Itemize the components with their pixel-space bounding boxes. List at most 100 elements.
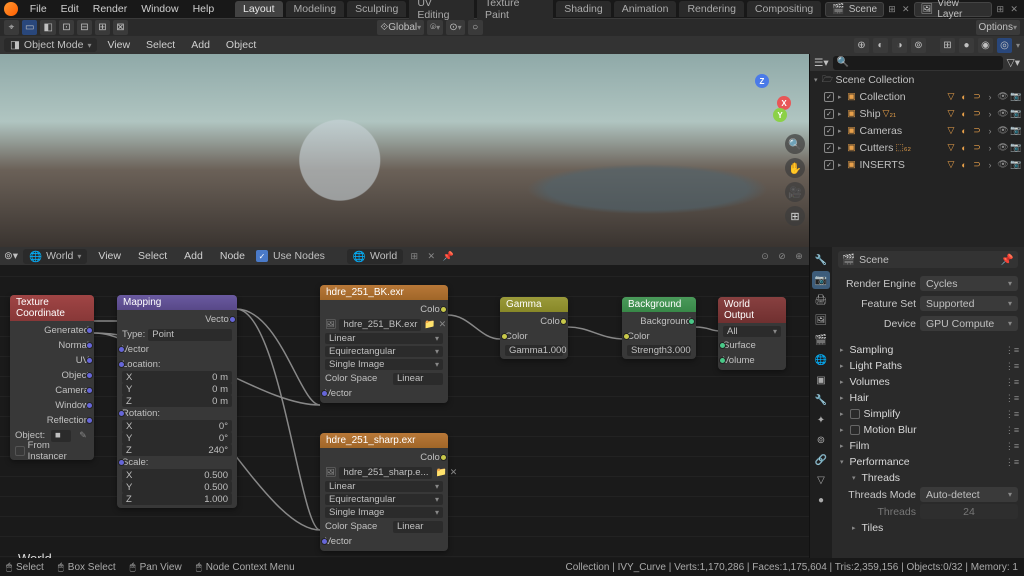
- section-header[interactable]: ▸Film⋮≡: [838, 438, 1018, 454]
- socket-out-icon[interactable]: [86, 417, 93, 424]
- source-dropdown[interactable]: Single Image▾: [325, 507, 443, 518]
- prop-tab-scene-icon[interactable]: 🎬: [812, 331, 830, 349]
- menu-file[interactable]: File: [24, 1, 53, 17]
- node-mapping[interactable]: Mapping Vector Type:Point Vector Locatio…: [117, 295, 237, 508]
- socket-out-icon[interactable]: [86, 357, 93, 364]
- menu-icon[interactable]: ⋮≡: [1006, 408, 1018, 420]
- vector-component-field[interactable]: Z1.000: [122, 493, 232, 505]
- section-checkbox[interactable]: [850, 409, 860, 419]
- node-tool-icon[interactable]: ⊙: [759, 250, 771, 262]
- target-dropdown[interactable]: All▾: [723, 326, 781, 337]
- node-header[interactable]: hdre_251_sharp.exr: [320, 433, 448, 448]
- node-menu-select[interactable]: Select: [132, 248, 173, 264]
- menu-icon[interactable]: ⋮≡: [1006, 440, 1018, 452]
- pivot-dropdown[interactable]: ⊙▾: [446, 20, 464, 35]
- node-background[interactable]: Background Background Color Strength3.00…: [622, 297, 696, 359]
- tool-icon[interactable]: ◧: [40, 20, 55, 35]
- node-environment-texture[interactable]: hdre_251_sharp.exr Color 🖼hdre_251_sharp…: [320, 433, 448, 551]
- node-canvas[interactable]: Texture Coordinate GeneratedNormalUVObje…: [0, 265, 809, 576]
- mod-icon[interactable]: ▽: [945, 91, 957, 103]
- socket-out-icon[interactable]: [440, 306, 447, 313]
- render-icon[interactable]: 📷: [1010, 125, 1022, 137]
- socket-in-icon[interactable]: [623, 333, 630, 340]
- overlay-icon[interactable]: ◑: [892, 38, 907, 53]
- node-menu-node[interactable]: Node: [214, 248, 251, 264]
- prop-tab-data-icon[interactable]: ▽: [812, 471, 830, 489]
- strength-field[interactable]: Strength3.000: [627, 345, 691, 356]
- prop-tab-output-icon[interactable]: 🖨: [812, 291, 830, 309]
- collection-checkbox[interactable]: ✓: [824, 160, 834, 170]
- close-icon[interactable]: ✕: [439, 319, 447, 331]
- overlay-icon[interactable]: ◐: [873, 38, 888, 53]
- section-header[interactable]: ▾Performance⋮≡: [838, 454, 1018, 470]
- visibility-icon[interactable]: 👁: [997, 125, 1009, 137]
- socket-in-icon[interactable]: [118, 361, 125, 368]
- socket-in-icon[interactable]: [719, 357, 726, 364]
- section-header[interactable]: ▸Simplify⋮≡: [838, 406, 1018, 422]
- vector-component-field[interactable]: Y0°: [122, 432, 232, 444]
- mod-icon[interactable]: ◐: [958, 142, 970, 154]
- menu-icon[interactable]: ⋮≡: [1006, 392, 1018, 404]
- socket-out-icon[interactable]: [86, 342, 93, 349]
- outliner-item[interactable]: ✓▸▣Cameras ▽◐⊃›👁📷: [810, 122, 1024, 139]
- collection-checkbox[interactable]: ✓: [824, 126, 834, 136]
- select-tool-icon[interactable]: ▭: [22, 20, 37, 35]
- interp-dropdown[interactable]: Linear▾: [325, 481, 443, 492]
- projection-dropdown[interactable]: Equirectangular▾: [325, 494, 443, 505]
- socket-out-icon[interactable]: [688, 318, 695, 325]
- socket-in-icon[interactable]: [118, 459, 125, 466]
- menu-help[interactable]: Help: [187, 1, 221, 17]
- vector-component-field[interactable]: X0 m: [122, 371, 232, 383]
- projection-dropdown[interactable]: Equirectangular▾: [325, 346, 443, 357]
- viewport-menu-object[interactable]: Object: [220, 37, 262, 53]
- shader-type-dropdown[interactable]: 🌐World▾: [23, 249, 87, 264]
- world-datablock[interactable]: 🌐World: [347, 249, 403, 264]
- socket-out-icon[interactable]: [560, 318, 567, 325]
- section-checkbox[interactable]: [850, 425, 860, 435]
- workspace-tab[interactable]: Sculpting: [347, 1, 406, 17]
- mode-selector[interactable]: ◨Object Mode▾: [4, 38, 97, 52]
- outliner-type-icon[interactable]: ☰▾: [814, 57, 829, 69]
- prop-tab-world-icon[interactable]: 🌐: [812, 351, 830, 369]
- viewlayer-selector[interactable]: 🖼View Layer: [914, 2, 993, 17]
- node-menu-add[interactable]: Add: [178, 248, 209, 264]
- collection-checkbox[interactable]: ✓: [824, 143, 834, 153]
- shading-wireframe-icon[interactable]: ⊞: [940, 38, 955, 53]
- chevron-right-icon[interactable]: ›: [984, 91, 996, 103]
- socket-in-icon[interactable]: [118, 346, 125, 353]
- socket-in-icon[interactable]: [719, 342, 726, 349]
- mod-icon[interactable]: ⊃: [971, 159, 983, 171]
- scene-browse-icon[interactable]: ⊞: [886, 3, 898, 15]
- open-icon[interactable]: 📁: [424, 319, 435, 331]
- prop-tab-render-icon[interactable]: 📷: [812, 271, 830, 289]
- shading-rendered-icon[interactable]: ◎: [997, 38, 1012, 53]
- feature-set-dropdown[interactable]: Supported▾: [920, 296, 1018, 311]
- threads-mode-dropdown[interactable]: Auto-detect▾: [920, 487, 1018, 502]
- menu-icon[interactable]: ⋮≡: [1006, 344, 1018, 356]
- device-dropdown[interactable]: GPU Compute▾: [920, 316, 1018, 331]
- socket-in-icon[interactable]: [321, 538, 328, 545]
- menu-render[interactable]: Render: [87, 1, 133, 17]
- node-texture-coordinate[interactable]: Texture Coordinate GeneratedNormalUVObje…: [10, 295, 94, 460]
- viewport-menu-add[interactable]: Add: [185, 37, 216, 53]
- workspace-tab[interactable]: Texture Paint: [477, 0, 553, 23]
- prop-tab-particles-icon[interactable]: ✦: [812, 411, 830, 429]
- outliner-root[interactable]: ▾🗁 Scene Collection: [810, 71, 1024, 88]
- axis-x-icon[interactable]: X: [777, 96, 791, 110]
- node-header[interactable]: hdre_251_BK.exr: [320, 285, 448, 300]
- section-header[interactable]: ▸Motion Blur⋮≡: [838, 422, 1018, 438]
- menu-icon[interactable]: ⋮≡: [1006, 424, 1018, 436]
- close-icon[interactable]: ✕: [450, 467, 458, 479]
- socket-out-icon[interactable]: [86, 327, 93, 334]
- orientation-dropdown[interactable]: ⟐ Global ▾: [377, 20, 424, 35]
- mod-icon[interactable]: ⊃: [971, 142, 983, 154]
- pin-icon[interactable]: 📌: [442, 250, 454, 262]
- mod-icon[interactable]: ◐: [958, 91, 970, 103]
- socket-out-icon[interactable]: [440, 454, 447, 461]
- gamma-value-field[interactable]: Gamma1.000: [505, 345, 563, 356]
- layer-browse-icon[interactable]: ⊞: [994, 3, 1006, 15]
- viewport-3d[interactable]: Z X Y 🔍 ✋ 🎥 ⊞: [0, 54, 809, 247]
- overlay-icon[interactable]: ⊚: [911, 38, 926, 53]
- vector-component-field[interactable]: X0.500: [122, 469, 232, 481]
- socket-in-icon[interactable]: [321, 390, 328, 397]
